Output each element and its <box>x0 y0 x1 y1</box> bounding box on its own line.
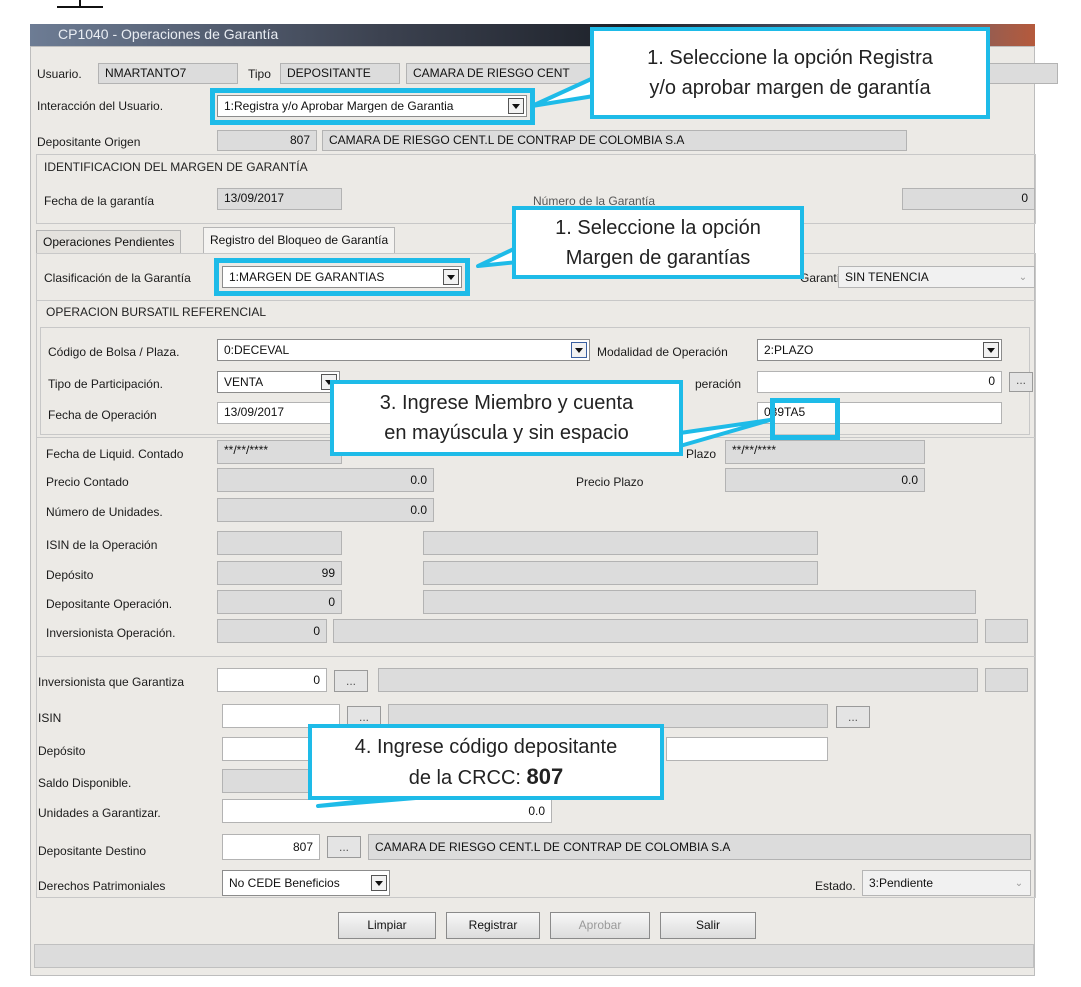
callout-4: 4. Ingrese código depositante de la CRCC… <box>308 724 664 800</box>
callout-1-line-2: y/o aprobar margen de garantía <box>649 77 931 99</box>
callout-3-line-1: 3. Ingrese Miembro y cuenta <box>379 392 634 414</box>
callout-1-line-1: 1. Seleccione la opción Registra <box>647 47 933 69</box>
callout-3-pointer <box>678 418 772 448</box>
callout-2-line-2: Margen de garantías <box>565 246 751 269</box>
callout-3-line-2: en mayúscula y sin espacio <box>384 422 629 444</box>
callout-4-line-2: de la CRCC: 807 <box>409 762 564 793</box>
callout-3: 3. Ingrese Miembro y cuenta en mayúscula… <box>330 380 683 456</box>
callout-4-code: 807 <box>526 763 564 789</box>
callout-1: 1. Seleccione la opción Registra y/o apr… <box>590 27 990 119</box>
callout-4-prefix: de la CRCC: <box>408 766 521 789</box>
callout-pointers <box>316 73 772 808</box>
callout-2: 1. Seleccione la opción Margen de garant… <box>512 206 804 279</box>
callout-4-line-1: 4. Ingrese código depositante <box>354 735 618 758</box>
callout-2-line-1: 1. Seleccione la opción <box>555 216 761 239</box>
